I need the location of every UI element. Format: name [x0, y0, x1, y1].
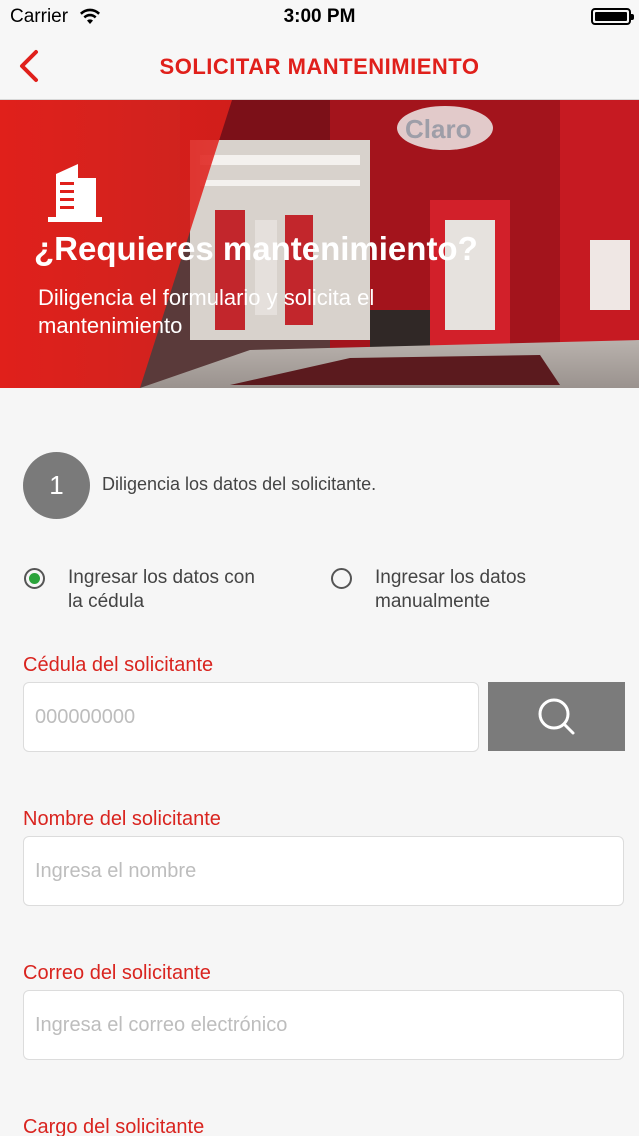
svg-text:Claro: Claro [405, 114, 471, 144]
cargo-label: Cargo del solicitante [23, 1116, 205, 1136]
step-number-badge: 1 [23, 452, 90, 519]
hero-banner: Claro ¿Requieres mantenimiento? Diligenc… [0, 100, 639, 388]
cedula-input[interactable] [23, 682, 479, 752]
step-instruction: Diligencia los datos del solicitante. [102, 474, 377, 494]
banner-subtitle: Diligencia el formulario y solicita el m… [38, 285, 375, 338]
correo-label: Correo del solicitante [23, 962, 211, 984]
nombre-label: Nombre del solicitante [23, 808, 221, 830]
nombre-input[interactable] [23, 836, 624, 906]
clock: 3:00 PM [283, 6, 356, 27]
banner-title: ¿Requieres mantenimiento? [34, 230, 478, 267]
page-title: SOLICITAR MANTENIMIENTO [159, 54, 480, 79]
radio-manual-label[interactable]: Ingresar los datos manualmente [375, 566, 575, 614]
battery-icon [591, 8, 634, 25]
correo-input[interactable] [23, 990, 624, 1060]
search-button[interactable] [488, 682, 625, 751]
status-bar: Carrier 3:00 PM [0, 0, 639, 34]
radio-cedula-label[interactable]: Ingresar los datos con la cédula [68, 566, 268, 614]
nav-bar: SOLICITAR MANTENIMIENTO [0, 34, 639, 100]
cedula-label: Cédula del solicitante [23, 654, 214, 676]
radio-checked-icon[interactable] [24, 568, 45, 589]
search-icon [538, 698, 575, 735]
building-icon [48, 164, 102, 222]
radio-unchecked-icon[interactable] [331, 568, 352, 589]
